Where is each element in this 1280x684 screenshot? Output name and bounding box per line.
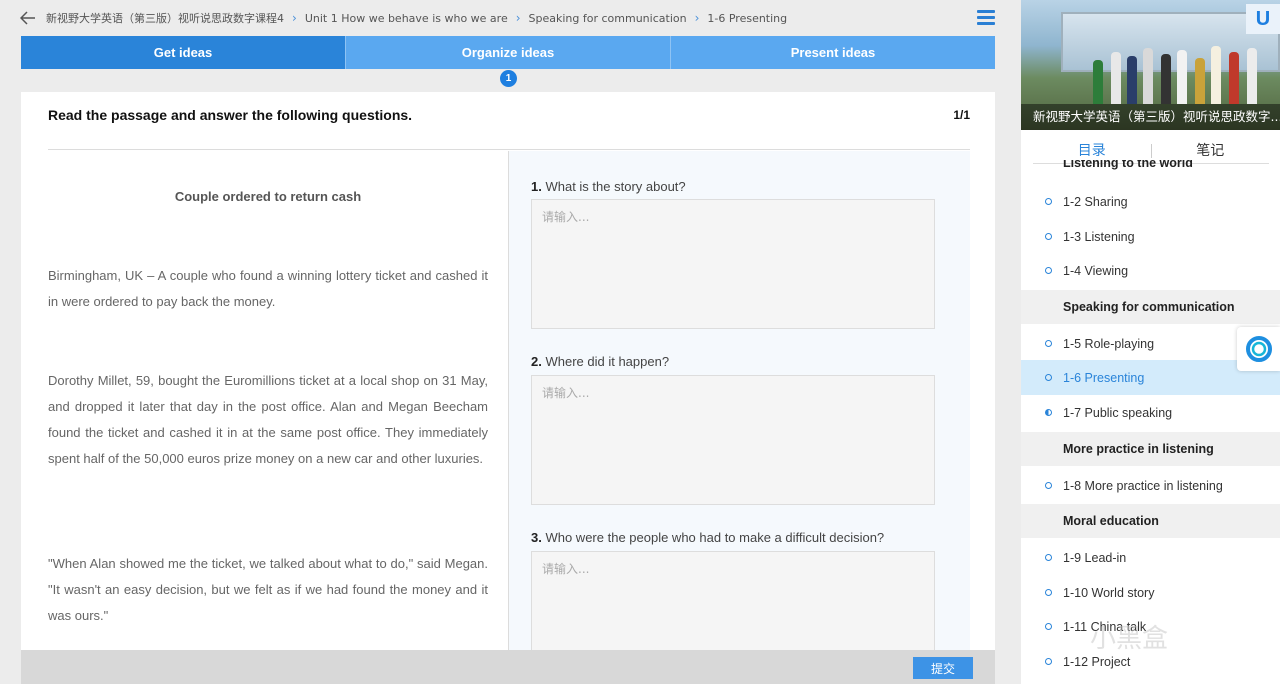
- tab-get-ideas[interactable]: Get ideas: [21, 36, 346, 69]
- bottom-action-bar: 提交: [21, 650, 995, 684]
- circle-icon: [1045, 658, 1052, 665]
- toc-item-1-8[interactable]: 1-8 More practice in listening: [1021, 468, 1280, 503]
- breadcrumb: 新视野大学英语（第三版）视听说思政数字课程4 › Unit 1 How we b…: [46, 10, 787, 26]
- chevron-right-icon: ›: [292, 11, 297, 25]
- toc-section-heading-partial: Listening to the world: [1063, 160, 1193, 170]
- chevron-right-icon: ›: [694, 11, 700, 25]
- toc-section-moral-education: Moral education: [1021, 504, 1280, 538]
- answer-field-1[interactable]: [531, 199, 935, 329]
- toc-item-1-3[interactable]: 1-3 Listening: [1021, 219, 1280, 254]
- toc-item-1-7[interactable]: 1-7 Public speaking: [1021, 395, 1280, 430]
- breadcrumb-current: 1-6 Presenting: [707, 11, 788, 25]
- toc-section-more-practice: More practice in listening: [1021, 432, 1280, 466]
- circle-icon: [1045, 198, 1052, 205]
- video-thumbnail[interactable]: 新视野大学英语（第三版）视听说思政数字... U: [1021, 0, 1280, 130]
- breadcrumb-bar: 新视野大学英语（第三版）视听说思政数字课程4 › Unit 1 How we b…: [0, 0, 1021, 36]
- card-header: Read the passage and answer the followin…: [48, 92, 970, 150]
- breadcrumb-section[interactable]: Speaking for communication: [529, 12, 687, 25]
- circle-icon: [1045, 267, 1052, 274]
- tab-present-ideas[interactable]: Present ideas: [671, 36, 995, 69]
- table-of-contents: Listening to the world 1-2 Sharing 1-3 L…: [1021, 160, 1280, 684]
- circle-icon: [1045, 233, 1052, 240]
- toc-section-speaking: Speaking for communication: [1021, 290, 1280, 324]
- question-1: 1. What is the story about?: [531, 179, 686, 194]
- passage-paragraph: "When Alan showed me the ticket, we talk…: [48, 556, 488, 623]
- circle-icon: [1045, 374, 1052, 381]
- chevron-right-icon: ›: [515, 11, 521, 25]
- toc-item-1-9[interactable]: 1-9 Lead-in: [1021, 540, 1280, 575]
- back-arrow-icon[interactable]: [14, 4, 42, 32]
- submit-button[interactable]: 提交: [913, 657, 973, 679]
- assistant-ring-icon: [1245, 336, 1272, 362]
- passage-paragraph: Birmingham, UK – A couple who found a wi…: [48, 268, 488, 309]
- step-progress-badge: 1: [500, 70, 517, 87]
- passage-paragraph: Dorothy Millet, 59, bought the Euromilli…: [48, 373, 488, 466]
- tab-organize-ideas[interactable]: Organize ideas: [346, 36, 671, 69]
- breadcrumb-unit[interactable]: Unit 1 How we behave is who we are: [305, 12, 508, 25]
- answer-field-3[interactable]: [531, 551, 935, 650]
- toc-item-1-10[interactable]: 1-10 World story: [1021, 575, 1280, 610]
- reading-passage: Couple ordered to return cash Birmingham…: [48, 151, 508, 650]
- answer-field-2[interactable]: [531, 375, 935, 505]
- instruction-text: Read the passage and answer the followin…: [48, 107, 413, 123]
- circle-icon: [1045, 623, 1052, 630]
- circle-icon: [1045, 482, 1052, 489]
- page-indicator: 1/1: [953, 108, 970, 122]
- video-caption: 新视野大学英语（第三版）视听说思政数字...: [1021, 104, 1280, 130]
- circle-icon: [1045, 554, 1052, 561]
- passage-title: Couple ordered to return cash: [174, 189, 362, 204]
- question-3: 3. Who were the people who had to make a…: [531, 530, 885, 545]
- circle-icon: [1045, 340, 1052, 347]
- toc-item-1-4[interactable]: 1-4 Viewing: [1021, 253, 1280, 288]
- questions-panel: 1. What is the story about? 2. Where did…: [509, 151, 970, 650]
- question-2: 2. Where did it happen?: [531, 354, 670, 369]
- step-tabs: Get ideas Organize ideas Present ideas: [21, 36, 995, 69]
- brand-logo: U: [1246, 4, 1280, 34]
- hamburger-menu-icon[interactable]: [977, 10, 995, 26]
- toc-item-1-2[interactable]: 1-2 Sharing: [1021, 184, 1280, 219]
- toc-item-1-11[interactable]: 1-11 China talk: [1021, 609, 1280, 644]
- toc-item-1-12[interactable]: 1-12 Project: [1021, 644, 1280, 679]
- breadcrumb-course[interactable]: 新视野大学英语（第三版）视听说思政数字课程4: [46, 10, 284, 26]
- assistant-float-button[interactable]: [1237, 327, 1280, 371]
- half-circle-icon: [1045, 409, 1052, 416]
- circle-icon: [1045, 589, 1052, 596]
- exercise-card: Read the passage and answer the followin…: [21, 92, 995, 650]
